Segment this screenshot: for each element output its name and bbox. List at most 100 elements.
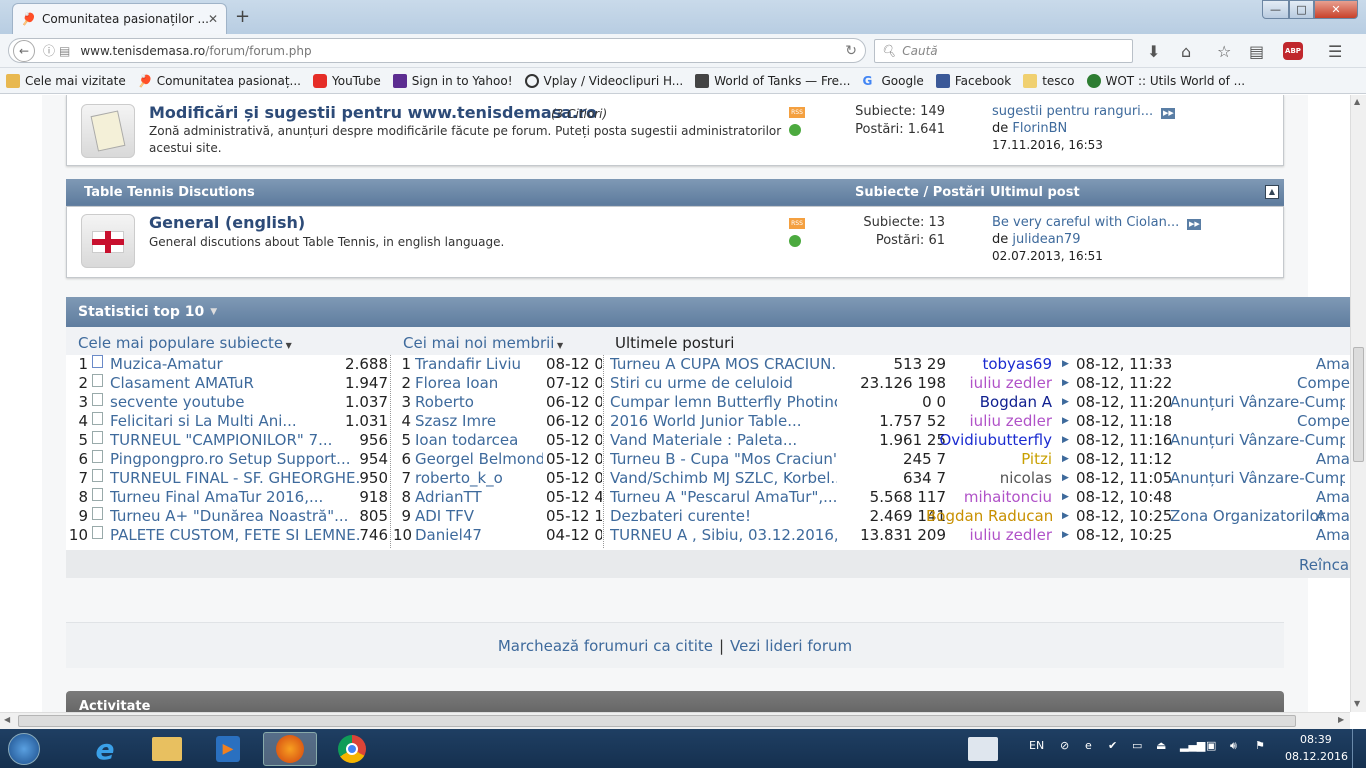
security-icon[interactable]: ⊘	[1060, 739, 1069, 752]
forum-leaders-link[interactable]: Vezi lideri forum	[730, 637, 852, 655]
member-link[interactable]: ADI TFV	[415, 507, 543, 525]
post-title-link[interactable]: Stiri cu urme de celuloid	[610, 374, 837, 392]
horizontal-scrollbar[interactable]: ◀ ▶	[0, 712, 1350, 729]
post-title-link[interactable]: Turneu B - Cupa "Mos Craciun"...	[610, 450, 837, 468]
member-link[interactable]: AdrianTT	[415, 488, 543, 506]
post-category-link[interactable]: Ama	[1266, 355, 1350, 373]
post-title-link[interactable]: TURNEU A , Sibiu, 03.12.2016,...	[610, 526, 837, 544]
bookmark-facebook[interactable]: Facebook	[935, 73, 1011, 88]
post-user-link[interactable]: Bogdan A	[926, 393, 1052, 411]
bookmark-world-of-tanks[interactable]: World of Tanks — Fre...	[695, 73, 851, 88]
member-link[interactable]: Daniel47	[415, 526, 543, 544]
close-button[interactable]: ✕	[1314, 0, 1358, 19]
go-to-post-icon[interactable]: ▶	[1062, 378, 1072, 388]
scroll-thumb[interactable]	[18, 715, 1296, 727]
last-post-user-link[interactable]: julidean79	[1012, 232, 1080, 247]
post-forum-link[interactable]: Anunțuri Vânzare-Cumpăr	[1170, 431, 1345, 449]
scroll-down-icon[interactable]: ▼	[1354, 699, 1360, 708]
go-to-post-icon[interactable]: ▶	[1062, 435, 1072, 445]
member-link[interactable]: Trandafir Liviu	[415, 355, 543, 373]
post-user-link[interactable]: mihaitonciu	[926, 488, 1052, 506]
post-title-link[interactable]: 2016 World Junior Table...	[610, 412, 837, 430]
category-title[interactable]: Table Tennis Discutions	[84, 185, 255, 200]
post-user-link[interactable]: Pitzi	[926, 450, 1052, 468]
pen-input-icon[interactable]	[968, 737, 998, 761]
usb-icon[interactable]: ⏏	[1156, 739, 1166, 752]
member-link[interactable]: Roberto	[415, 393, 543, 411]
adblock-icon[interactable]: ABP	[1283, 42, 1303, 60]
post-user-link[interactable]: Ovidiubutterfly	[926, 431, 1052, 449]
go-to-post-icon[interactable]: ▶▶	[1161, 108, 1176, 119]
post-category-link[interactable]: Ama	[1266, 488, 1350, 506]
go-to-post-icon[interactable]: ▶	[1062, 492, 1072, 502]
go-to-post-icon[interactable]: ▶▶	[1187, 219, 1202, 230]
post-category-link[interactable]: Ama	[1266, 450, 1350, 468]
reload-link[interactable]: Reîncar	[1299, 556, 1350, 574]
post-user-link[interactable]: tobyas69	[926, 355, 1052, 373]
close-tab-icon[interactable]: ✕	[208, 12, 218, 26]
topic-link[interactable]: Pingpongpro.ro Setup Support...	[110, 450, 360, 468]
post-user-link[interactable]: iuliu zedler	[926, 412, 1052, 430]
topic-link[interactable]: Clasament AMATuR	[110, 374, 360, 392]
scroll-thumb[interactable]	[1353, 347, 1364, 462]
download-icon[interactable]: ⬇	[1147, 42, 1160, 61]
post-user-link[interactable]: iuliu zedler	[926, 526, 1052, 544]
last-post-title-link[interactable]: Be very careful with Ciolan...	[992, 215, 1179, 230]
bookmark-star-icon[interactable]: ☆	[1217, 42, 1231, 61]
flag-icon[interactable]: ⚑	[1255, 739, 1265, 752]
bookmark-wot-utils[interactable]: WOT :: Utils World of ...	[1086, 73, 1245, 88]
rss-icon[interactable]: RSS	[789, 218, 805, 229]
stats-header[interactable]: Statistici top 10 ▼	[66, 297, 1350, 327]
go-to-post-icon[interactable]: ▶	[1062, 359, 1072, 369]
media-player-icon[interactable]: ▶	[201, 732, 255, 766]
post-category-link[interactable]: Compe	[1266, 412, 1350, 430]
scroll-left-icon[interactable]: ◀	[4, 715, 10, 724]
last-post-title-link[interactable]: sugestii pentru ranguri...	[992, 104, 1153, 119]
url-bar[interactable]: ← ⓘ ▤ www.tenisdemasa.ro/forum/forum.php…	[8, 38, 866, 63]
collapse-icon[interactable]: ▲	[1265, 185, 1279, 199]
monitor-icon[interactable]: ▭	[1132, 739, 1142, 752]
last-post-user-link[interactable]: FlorinBN	[1012, 121, 1067, 136]
internet-explorer-icon[interactable]: e	[78, 732, 132, 766]
post-user-link[interactable]: Bogdan Raducan	[926, 507, 1052, 525]
chrome-icon[interactable]	[325, 732, 379, 766]
post-title-link[interactable]: Vand/Schimb MJ SZLC, Korbel...	[610, 469, 837, 487]
maximize-button[interactable]: □	[1289, 0, 1314, 19]
signal-icon[interactable]: ▂▄▆	[1180, 739, 1205, 752]
reading-list-icon[interactable]: ▤	[1249, 42, 1264, 61]
go-to-post-icon[interactable]: ▶	[1062, 454, 1072, 464]
firefox-icon[interactable]	[263, 732, 317, 766]
display-icon[interactable]: ▣	[1206, 739, 1216, 752]
topic-link[interactable]: TURNEUL FINAL - SF. GHEORGHE...	[110, 469, 360, 487]
bookmark-youtube[interactable]: YouTube	[312, 73, 381, 88]
topic-link[interactable]: Turneu A+ "Dunărea Noastră"...	[110, 507, 360, 525]
newest-members-dropdown[interactable]: Cei mai noi membrii ▼	[403, 334, 563, 352]
post-title-link[interactable]: Vand Materiale : Paleta...	[610, 431, 837, 449]
network-check-icon[interactable]: ✔	[1108, 739, 1117, 752]
post-title-link[interactable]: Cumpar lemn Butterfly Photino...	[610, 393, 837, 411]
file-explorer-icon[interactable]	[140, 732, 194, 766]
topic-link[interactable]: TURNEUL "CAMPIONILOR" 7...	[110, 431, 360, 449]
rss-icon[interactable]: RSS	[789, 107, 805, 118]
post-user-link[interactable]: iuliu zedler	[926, 374, 1052, 392]
scroll-up-icon[interactable]: ▲	[1354, 97, 1360, 106]
member-link[interactable]: Georgel Belmondo	[415, 450, 543, 468]
mark-forums-read-link[interactable]: Marchează forumuri ca citite	[498, 637, 713, 655]
minimize-button[interactable]: —	[1262, 0, 1289, 19]
post-title-link[interactable]: Turneu A "Pescarul AmaTur",...	[610, 488, 837, 506]
scroll-right-icon[interactable]: ▶	[1338, 715, 1344, 724]
show-desktop-button[interactable]	[1352, 729, 1366, 768]
go-to-post-icon[interactable]: ▶	[1062, 530, 1072, 540]
member-link[interactable]: Szasz Imre	[415, 412, 543, 430]
home-icon[interactable]: ⌂	[1181, 42, 1191, 61]
search-box[interactable]: 🔍︎ Caută	[874, 39, 1133, 63]
go-to-post-icon[interactable]: ▶	[1062, 416, 1072, 426]
chevron-down-icon[interactable]: ▼	[210, 307, 217, 317]
new-tab-button[interactable]: +	[235, 6, 250, 27]
go-to-post-icon[interactable]: ▶	[1062, 397, 1072, 407]
post-forum-link[interactable]: Anunțuri Vânzare-Cumpăr	[1170, 469, 1345, 487]
vertical-scrollbar[interactable]: ▲ ▼	[1350, 95, 1366, 712]
go-to-post-icon[interactable]: ▶	[1062, 511, 1072, 521]
activity-header[interactable]: Activitate	[66, 691, 1284, 712]
reload-icon[interactable]: ↻	[845, 43, 857, 59]
